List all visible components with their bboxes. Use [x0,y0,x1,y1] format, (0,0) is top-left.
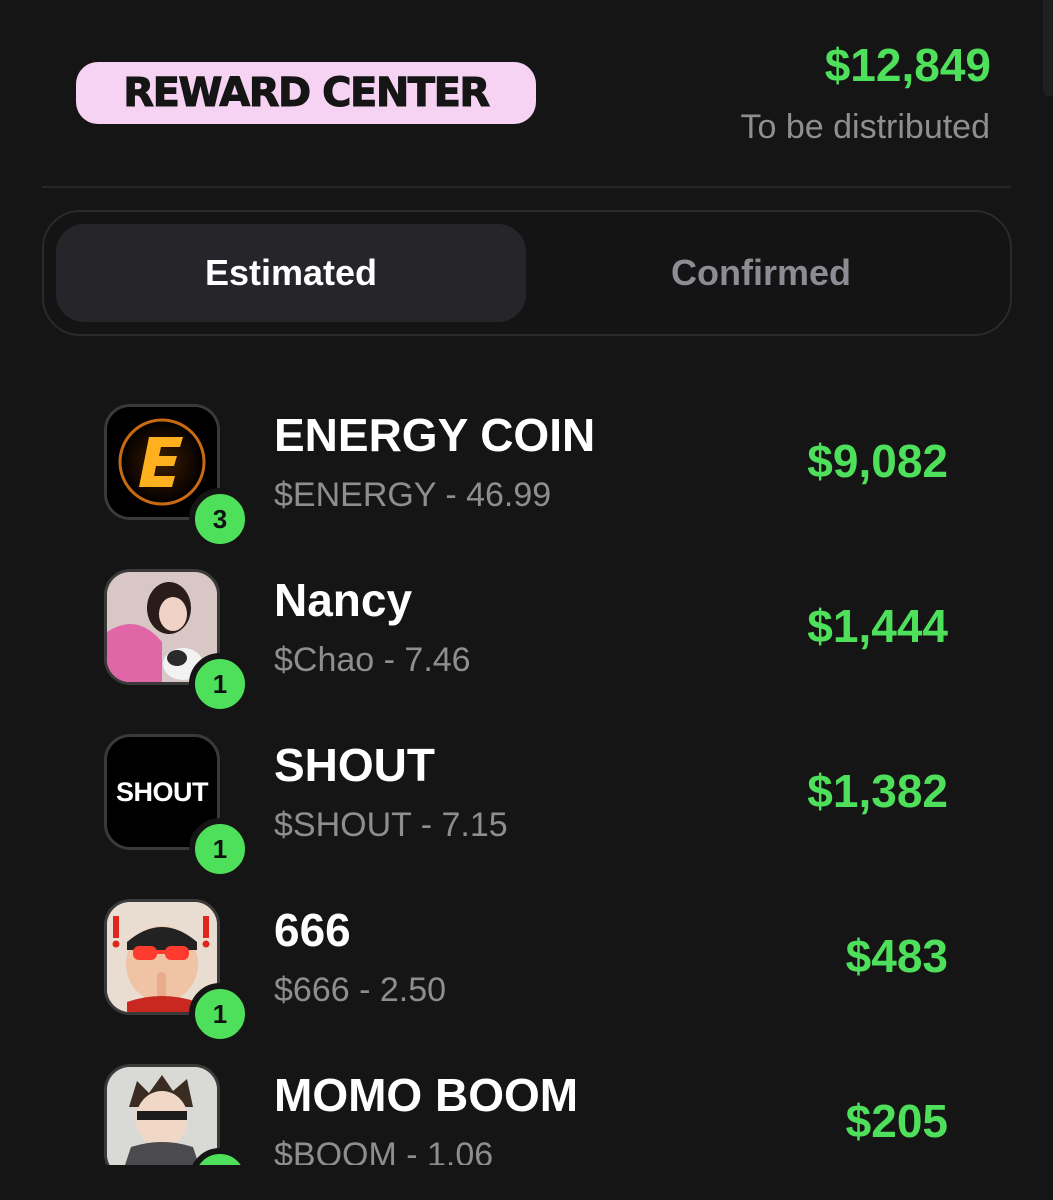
reward-ticker: $666 - 2.50 [274,971,447,1009]
rank-badge: 1 [189,818,251,880]
rank-badge: 3 [189,488,251,550]
reward-name: Nancy [274,574,413,626]
reward-name: ENERGY COIN [274,409,596,461]
rank-badge: 1 [189,653,251,715]
scrollbar[interactable] [1043,0,1053,96]
reward-name: SHOUT [274,739,435,791]
reward-ticker: $BOOM - 1.06 [274,1136,494,1165]
list-item[interactable]: SHOUT 1 SHOUT $SHOUT - 7.15 $1,382 [0,720,1053,880]
reward-ticker: $SHOUT - 7.15 [274,806,508,844]
reward-amount: $205 [845,1095,948,1147]
reward-amount: $1,444 [807,600,948,652]
total-caption: To be distributed [740,108,991,146]
momo-boom-avatar [104,1064,220,1165]
page-title: REWARD CENTER [123,70,491,117]
title-badge: REWARD CENTER [76,62,536,124]
reward-amount: $1,382 [807,765,948,817]
momo-boom-character-icon [107,1067,217,1165]
divider [42,186,1011,188]
reward-list: 3 ENERGY COIN $ENERGY - 46.99 $9,082 1 N… [0,390,1053,1165]
reward-name: 666 [274,904,351,956]
reward-center-page: REWARD CENTER $12,849 To be distributed … [0,0,1053,1200]
list-item[interactable]: 3 ENERGY COIN $ENERGY - 46.99 $9,082 [0,390,1053,550]
reward-amount: $9,082 [807,435,948,487]
tab-estimated[interactable]: Estimated [56,224,526,322]
list-item[interactable]: 1 Nancy $Chao - 7.46 $1,444 [0,555,1053,715]
reward-ticker: $Chao - 7.46 [274,641,471,679]
tab-confirmed[interactable]: Confirmed [526,224,996,322]
rank-badge: 1 [189,983,251,1045]
tab-bar: Estimated Confirmed [42,210,1012,336]
reward-name: MOMO BOOM [274,1069,579,1121]
total-amount: $12,849 [824,39,991,91]
list-item[interactable]: 1 MOMO BOOM $BOOM - 1.06 $205 [0,1050,1053,1165]
reward-amount: $483 [845,930,948,982]
reward-ticker: $ENERGY - 46.99 [274,476,552,514]
list-item[interactable]: 1 666 $666 - 2.50 $483 [0,885,1053,1045]
shout-logo-icon: SHOUT [116,776,209,807]
